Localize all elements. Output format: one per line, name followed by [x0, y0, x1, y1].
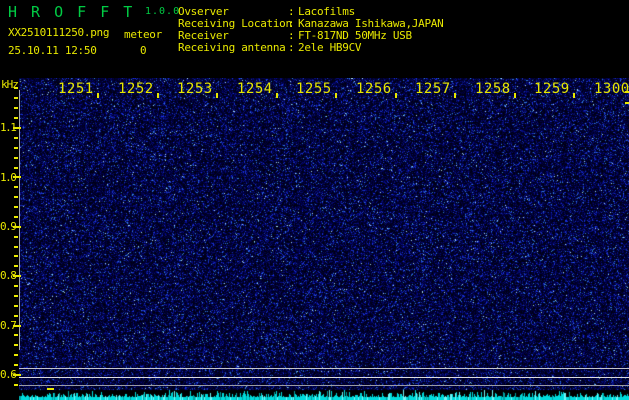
- spectrogram-canvas: [19, 78, 629, 400]
- y-minor-tick: [14, 295, 18, 297]
- y-minor-tick: [14, 364, 18, 366]
- y-minor-tick: [14, 384, 18, 386]
- y-minor-tick: [14, 305, 18, 307]
- y-minor-tick: [14, 206, 18, 208]
- y-axis-label: 0.6: [0, 368, 17, 381]
- y-minor-tick: [14, 255, 18, 257]
- edge-tick: [625, 102, 629, 104]
- x-tick: [454, 93, 456, 98]
- carrier-line: [19, 368, 629, 369]
- spectrogram-plot: kHz 1.1 1.0 0.9 0.8 0.7 0.6 1251 1252 1253 1254 1…: [0, 0, 629, 400]
- y-minor-tick: [14, 265, 18, 267]
- hrofft-window: H R O F F T 1.0.0 XX2510111250.png meteo…: [0, 0, 629, 400]
- y-minor-tick: [14, 315, 18, 317]
- time-label: 1254: [237, 81, 273, 97]
- time-label: 1300: [594, 81, 629, 97]
- y-minor-tick: [14, 97, 18, 99]
- y-minor-tick: [14, 196, 18, 198]
- y-minor-tick: [14, 236, 18, 238]
- y-minor-tick: [14, 137, 18, 139]
- y-minor-tick: [14, 107, 18, 109]
- carrier-line: [19, 385, 629, 386]
- y-axis-label: 0.7: [0, 319, 17, 332]
- y-minor-tick: [14, 186, 18, 188]
- time-label: 1251: [58, 81, 94, 97]
- x-tick: [514, 93, 516, 98]
- x-tick: [97, 93, 99, 98]
- y-minor-tick: [14, 216, 18, 218]
- y-minor-tick: [14, 285, 18, 287]
- y-axis-label: 0.9: [0, 220, 17, 233]
- yaxis-unit-label: kHz: [1, 78, 19, 91]
- y-axis-label: 0.8: [0, 269, 17, 282]
- time-label: 1252: [118, 81, 154, 97]
- time-label: 1256: [356, 81, 392, 97]
- y-minor-tick: [14, 157, 18, 159]
- carrier-line: [19, 377, 629, 378]
- x-tick: [157, 93, 159, 98]
- y-minor-tick: [14, 167, 18, 169]
- x-tick: [276, 93, 278, 98]
- x-tick: [216, 93, 218, 98]
- y-minor-tick: [14, 87, 18, 89]
- x-tick: [335, 93, 337, 98]
- x-tick: [573, 93, 575, 98]
- y-minor-tick: [14, 344, 18, 346]
- time-label: 1253: [177, 81, 213, 97]
- left-edge-line: [19, 90, 20, 350]
- bottom-left-tick: [47, 388, 54, 390]
- y-axis-label: 1.1: [0, 121, 17, 134]
- x-tick: [395, 93, 397, 98]
- time-label: 1259: [534, 81, 570, 97]
- time-label: 1255: [296, 81, 332, 97]
- y-minor-tick: [14, 246, 18, 248]
- y-minor-tick: [14, 334, 18, 336]
- time-label: 1257: [415, 81, 451, 97]
- edge-tick: [625, 91, 629, 93]
- y-minor-tick: [14, 354, 18, 356]
- y-minor-tick: [14, 117, 18, 119]
- y-axis-label: 1.0: [0, 171, 17, 184]
- time-label: 1258: [475, 81, 511, 97]
- y-minor-tick: [14, 147, 18, 149]
